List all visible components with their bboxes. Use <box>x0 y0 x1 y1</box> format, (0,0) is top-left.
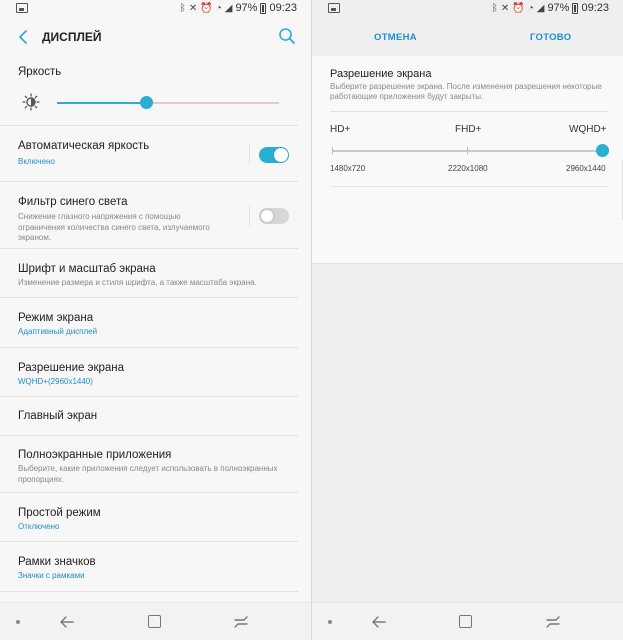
brightness-section: Яркость <box>0 56 298 126</box>
battery-percent: 97% <box>547 2 570 14</box>
dialog-title: Разрешение экрана <box>330 68 432 80</box>
back-arrow-icon[interactable] <box>14 27 34 47</box>
wifi-icon: ◔ <box>527 2 534 14</box>
resolution-dialog: Разрешение экрана Выберите разрешение эк… <box>312 56 623 264</box>
nav-home-icon[interactable] <box>148 615 161 628</box>
toggle-knob <box>274 148 288 162</box>
divider <box>249 206 250 226</box>
brightness-sun-icon <box>22 93 40 111</box>
item-subtitle: Выберите, какие приложения следует испол… <box>18 464 278 484</box>
clock: 09:23 <box>581 2 609 14</box>
status-bar: ᛒ ✕ ⏰ ◔ ◢ 97% 09:23 <box>0 0 311 18</box>
item-title: Разрешение экрана <box>18 362 125 374</box>
divider <box>330 111 608 112</box>
blue-light-filter-item[interactable]: Фильтр синего света Снижение глазного на… <box>0 182 298 249</box>
item-title: Рамки значков <box>18 556 96 568</box>
resolution-dialog-screen: ᛒ ✕ ⏰ ◔ ◢ 97% 09:23 ОТМЕНА ГОТОВО Разреш… <box>312 0 623 640</box>
mute-icon: ✕ <box>188 2 198 14</box>
brightness-slider-thumb[interactable] <box>140 96 153 109</box>
item-subtitle: Отключено <box>18 522 60 531</box>
blue-light-filter-toggle[interactable] <box>259 208 289 224</box>
navigation-bar <box>0 602 311 640</box>
divider <box>330 186 608 187</box>
item-title: Простой режим <box>18 507 101 519</box>
status-bar: ᛒ ✕ ⏰ ◔ ◢ 97% 09:23 <box>312 0 623 18</box>
auto-brightness-toggle[interactable] <box>259 147 289 163</box>
item-title: Фильтр синего света <box>18 196 128 208</box>
navigation-bar <box>312 602 623 640</box>
nav-home-icon[interactable] <box>459 615 472 628</box>
signal-icon: ◢ <box>536 2 545 14</box>
nav-dot-icon[interactable] <box>328 620 332 624</box>
wifi-icon: ◔ <box>215 2 222 14</box>
auto-brightness-item[interactable]: Автоматическая яркость Включено <box>0 126 298 182</box>
action-bar: ОТМЕНА ГОТОВО <box>312 18 623 56</box>
option-value-wqhd: 2960x1440 <box>566 164 606 173</box>
home-screen-item[interactable]: Главный экран <box>0 397 298 436</box>
search-icon[interactable] <box>277 26 297 46</box>
nav-back-icon[interactable] <box>371 614 387 630</box>
brightness-slider-fill <box>57 102 146 104</box>
bluetooth-icon: ᛒ <box>491 2 498 14</box>
settings-list: Яркость Автоматическая яркость Включено <box>0 56 298 592</box>
slider-tick <box>332 147 333 154</box>
fullscreen-apps-item[interactable]: Полноэкранные приложения Выберите, какие… <box>0 436 298 493</box>
divider <box>249 144 250 164</box>
page-title: ДИСПЛЕЙ <box>42 30 102 44</box>
brightness-label: Яркость <box>18 66 62 78</box>
item-subtitle: WQHD+(2960x1440) <box>18 377 93 386</box>
bluetooth-icon: ᛒ <box>179 2 186 14</box>
item-subtitle: Изменение размера и стиля шрифта, а такж… <box>18 278 257 287</box>
screen-resolution-item[interactable]: Разрешение экрана WQHD+(2960x1440) <box>0 348 298 397</box>
item-title: Полноэкранные приложения <box>18 449 172 461</box>
gallery-notification-icon <box>328 3 340 13</box>
option-value-hd: 1480x720 <box>330 164 366 173</box>
item-title: Шрифт и масштаб экрана <box>18 263 156 275</box>
item-title: Главный экран <box>18 410 98 422</box>
option-value-fhd: 2220x1080 <box>448 164 488 173</box>
easy-mode-item[interactable]: Простой режим Отключено <box>0 493 298 542</box>
nav-back-icon[interactable] <box>59 614 75 630</box>
battery-icon <box>260 2 267 14</box>
item-subtitle: Адаптивный дисплей <box>18 327 98 336</box>
alarm-icon: ⏰ <box>512 2 525 14</box>
gallery-notification-icon <box>16 3 28 13</box>
slider-tick <box>467 147 468 154</box>
resolution-slider-thumb[interactable] <box>596 144 609 157</box>
nav-dot-icon[interactable] <box>16 620 20 624</box>
clock: 09:23 <box>269 2 297 14</box>
battery-percent: 97% <box>235 2 258 14</box>
item-title: Режим экрана <box>18 312 94 324</box>
item-subtitle: Значки с рамками <box>18 571 85 580</box>
item-subtitle: Снижение глазного напряжения с помощью о… <box>18 212 210 242</box>
brightness-slider[interactable] <box>57 96 279 109</box>
item-subtitle: Включено <box>18 157 55 166</box>
mute-icon: ✕ <box>500 2 510 14</box>
cancel-button[interactable]: ОТМЕНА <box>374 32 417 43</box>
signal-icon: ◢ <box>224 2 233 14</box>
display-settings-screen: ᛒ ✕ ⏰ ◔ ◢ 97% 09:23 ДИСПЛЕЙ Яркость Авто… <box>0 0 311 640</box>
nav-recent-apps-icon[interactable] <box>545 614 561 630</box>
nav-recent-apps-icon[interactable] <box>233 614 249 630</box>
option-label-hd[interactable]: HD+ <box>330 124 350 135</box>
item-title: Автоматическая яркость <box>18 140 150 152</box>
app-bar: ДИСПЛЕЙ <box>0 18 311 56</box>
resolution-slider[interactable] <box>332 144 609 157</box>
screen-mode-item[interactable]: Режим экрана Адаптивный дисплей <box>0 298 298 348</box>
toggle-knob <box>260 209 274 223</box>
icon-frames-item[interactable]: Рамки значков Значки с рамками <box>0 542 298 592</box>
font-and-zoom-item[interactable]: Шрифт и масштаб экрана Изменение размера… <box>0 249 298 298</box>
battery-icon <box>572 2 579 14</box>
done-button[interactable]: ГОТОВО <box>530 32 571 43</box>
alarm-icon: ⏰ <box>200 2 213 14</box>
option-label-wqhd[interactable]: WQHD+ <box>569 124 607 135</box>
option-label-fhd[interactable]: FHD+ <box>455 124 481 135</box>
dialog-subtitle: Выберите разрешение экрана. После измене… <box>330 82 602 101</box>
